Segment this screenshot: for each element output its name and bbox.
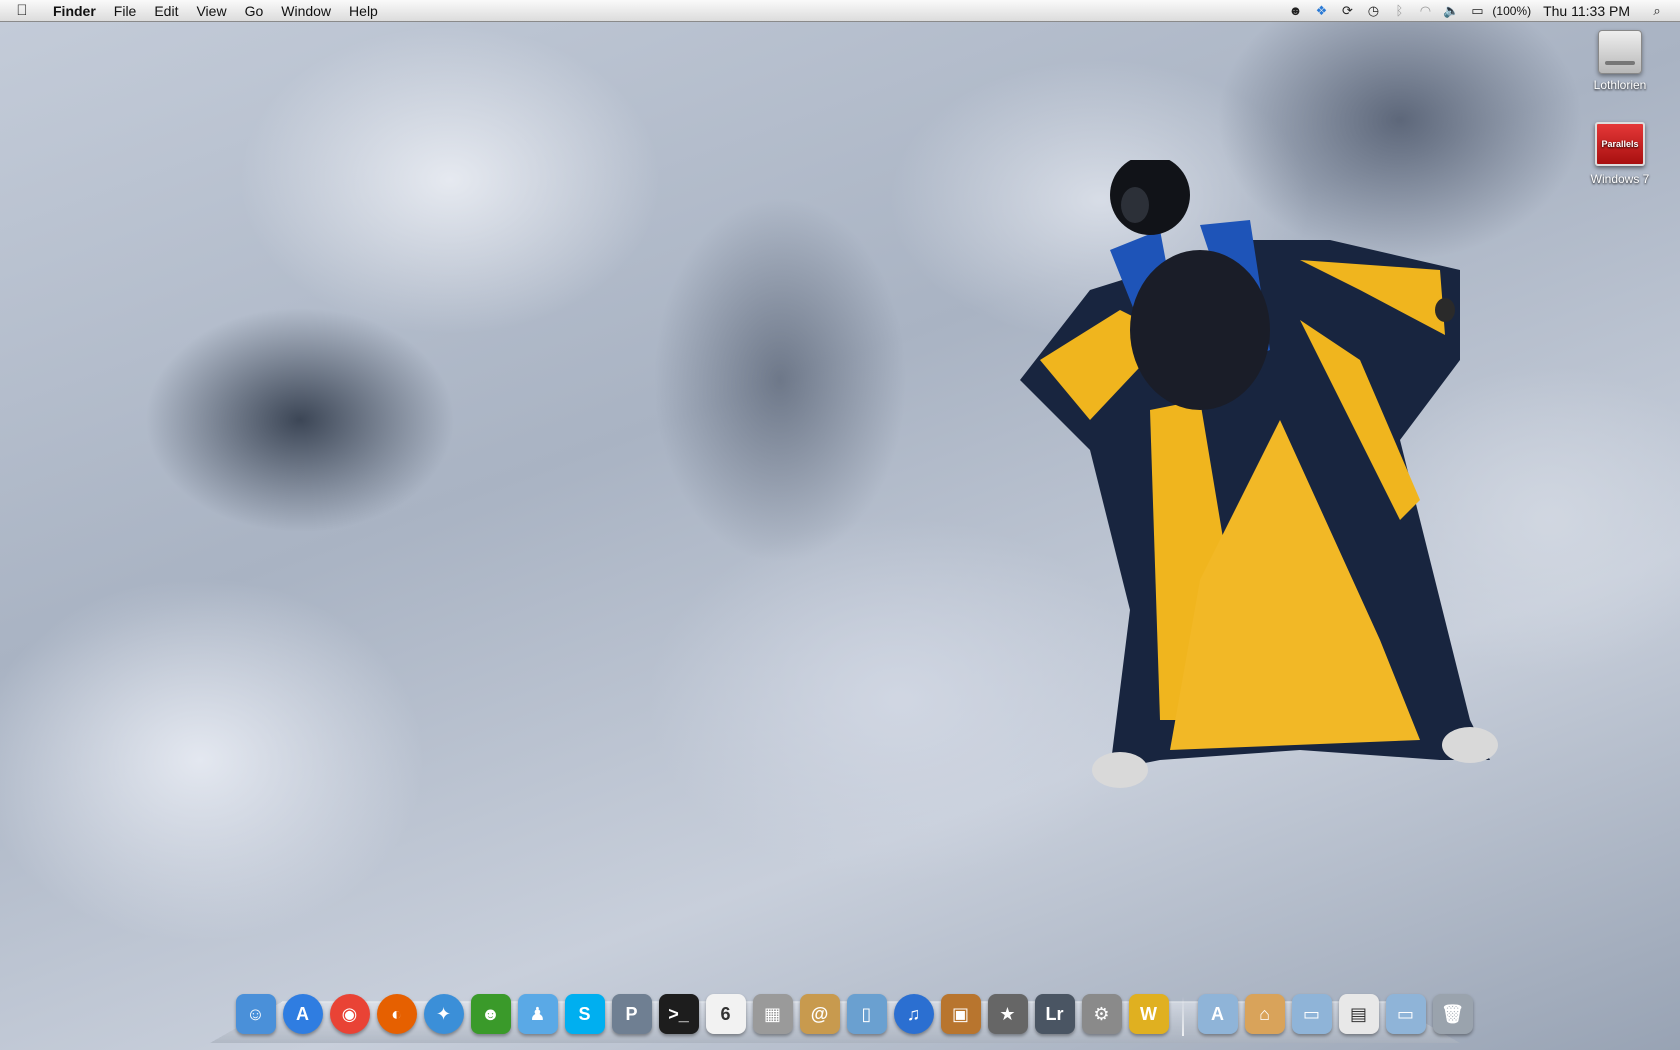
- volume-icon[interactable]: 🔈: [1440, 0, 1462, 22]
- menu-go[interactable]: Go: [236, 0, 273, 22]
- ical-icon: 6: [705, 994, 746, 1034]
- hard-disk-icon: [1598, 30, 1642, 74]
- dock-home-folder[interactable]: ⌂: [1243, 992, 1287, 1036]
- home-folder-icon: ⌂: [1244, 994, 1285, 1034]
- dock-calculator[interactable]: ▦: [751, 992, 795, 1036]
- documents-folder-icon: ▭: [1291, 994, 1332, 1034]
- menu-window[interactable]: Window: [272, 0, 340, 22]
- chrome-icon: ◉: [329, 994, 370, 1034]
- battery-percent[interactable]: (100%): [1492, 4, 1531, 18]
- dock-chrome[interactable]: ◉: [328, 992, 372, 1036]
- trash-icon: 🗑: [1432, 994, 1473, 1034]
- iphoto-icon: ▣: [940, 994, 981, 1034]
- dock-app-store[interactable]: A: [281, 992, 325, 1036]
- desktop-icon-label: Windows 7: [1590, 172, 1650, 186]
- dock-itunes[interactable]: ♫: [892, 992, 936, 1036]
- dock-shared-folder[interactable]: ▭: [1384, 992, 1428, 1036]
- menu-view[interactable]: View: [187, 0, 235, 22]
- dock-skype[interactable]: S: [563, 992, 607, 1036]
- monitor-app-icon[interactable]: ☻: [1284, 0, 1306, 22]
- itunes-icon: ♫: [893, 994, 934, 1034]
- calculator-icon: ▦: [752, 994, 793, 1034]
- menu-file[interactable]: File: [105, 0, 146, 22]
- winamp-icon: W: [1128, 994, 1169, 1034]
- dock: ☺ A ◉ ◐ ✦ ☻ ♟ S P >_ 6 ▦ @ ▯ ♫ ▣ ★ Lr ⚙ W A ⌂ ▭ ▤ ▭ 🗑: [232, 990, 1476, 1036]
- adium-icon: ☻: [470, 994, 511, 1034]
- bluetooth-icon[interactable]: ᛒ: [1388, 0, 1410, 22]
- desktop-icon-lothlorien[interactable]: Lothlorien: [1570, 30, 1670, 92]
- firefox-icon: ◐: [376, 994, 417, 1034]
- dock-winamp[interactable]: W: [1127, 992, 1171, 1036]
- finder-icon: ☺: [235, 994, 276, 1034]
- dock-preview[interactable]: ▯: [845, 992, 889, 1036]
- skype-icon: S: [564, 994, 605, 1034]
- dock-pandora[interactable]: P: [610, 992, 654, 1036]
- dock-lightroom[interactable]: Lr: [1033, 992, 1077, 1036]
- sync-icon[interactable]: ⟳: [1336, 0, 1358, 22]
- menu-bar:  Finder File Edit View Go Window Help ☻…: [0, 0, 1680, 22]
- dock-iphoto[interactable]: ▣: [939, 992, 983, 1036]
- dock-system-preferences[interactable]: ⚙: [1080, 992, 1124, 1036]
- dock-messenger[interactable]: ♟: [516, 992, 560, 1036]
- dock-imovie[interactable]: ★: [986, 992, 1030, 1036]
- battery-icon[interactable]: ▭: [1466, 0, 1488, 22]
- dock-terminal[interactable]: >_: [657, 992, 701, 1036]
- safari-icon: ✦: [423, 994, 464, 1034]
- messenger-icon: ♟: [517, 994, 558, 1034]
- desktop-icon-label: Lothlorien: [1593, 78, 1647, 92]
- parallels-vm-icon: Parallels: [1595, 122, 1645, 166]
- address-book-icon: @: [799, 994, 840, 1034]
- system-preferences-icon: ⚙: [1081, 994, 1122, 1034]
- menu-help[interactable]: Help: [340, 0, 387, 22]
- menu-app-name[interactable]: Finder: [44, 0, 105, 22]
- shared-folder-icon: ▭: [1385, 994, 1426, 1034]
- wifi-icon[interactable]: ◠: [1414, 0, 1436, 22]
- spotlight-search-icon[interactable]: ⌕: [1646, 0, 1668, 22]
- dock-safari[interactable]: ✦: [422, 992, 466, 1036]
- preview-icon: ▯: [846, 994, 887, 1034]
- dropbox-icon[interactable]: ❖: [1310, 0, 1332, 22]
- app-store-icon: A: [282, 994, 323, 1034]
- dock-ical[interactable]: 6: [704, 992, 748, 1036]
- desktop-icon-windows-7[interactable]: Parallels Windows 7: [1570, 122, 1670, 186]
- imovie-icon: ★: [987, 994, 1028, 1034]
- lightroom-icon: Lr: [1034, 994, 1075, 1034]
- downloads-stack-icon: ▤: [1338, 994, 1379, 1034]
- dock-finder[interactable]: ☺: [234, 992, 278, 1036]
- applications-folder-icon: A: [1197, 994, 1238, 1034]
- dock-separator: [1182, 996, 1184, 1036]
- wingsuit-figure-image: [1020, 160, 1498, 788]
- time-machine-icon[interactable]: ◷: [1362, 0, 1384, 22]
- terminal-icon: >_: [658, 994, 699, 1034]
- dock-address-book[interactable]: @: [798, 992, 842, 1036]
- menu-edit[interactable]: Edit: [145, 0, 187, 22]
- menubar-clock[interactable]: Thu 11:33 PM: [1543, 3, 1630, 19]
- dock-firefox[interactable]: ◐: [375, 992, 419, 1036]
- dock-applications-folder[interactable]: A: [1196, 992, 1240, 1036]
- pandora-icon: P: [611, 994, 652, 1034]
- dock-documents-folder[interactable]: ▭: [1290, 992, 1334, 1036]
- apple-icon[interactable]: : [0, 2, 44, 19]
- dock-downloads-stack[interactable]: ▤: [1337, 992, 1381, 1036]
- parallels-badge: Parallels: [1601, 139, 1639, 149]
- dock-trash[interactable]: 🗑: [1431, 992, 1475, 1036]
- dock-adium[interactable]: ☻: [469, 992, 513, 1036]
